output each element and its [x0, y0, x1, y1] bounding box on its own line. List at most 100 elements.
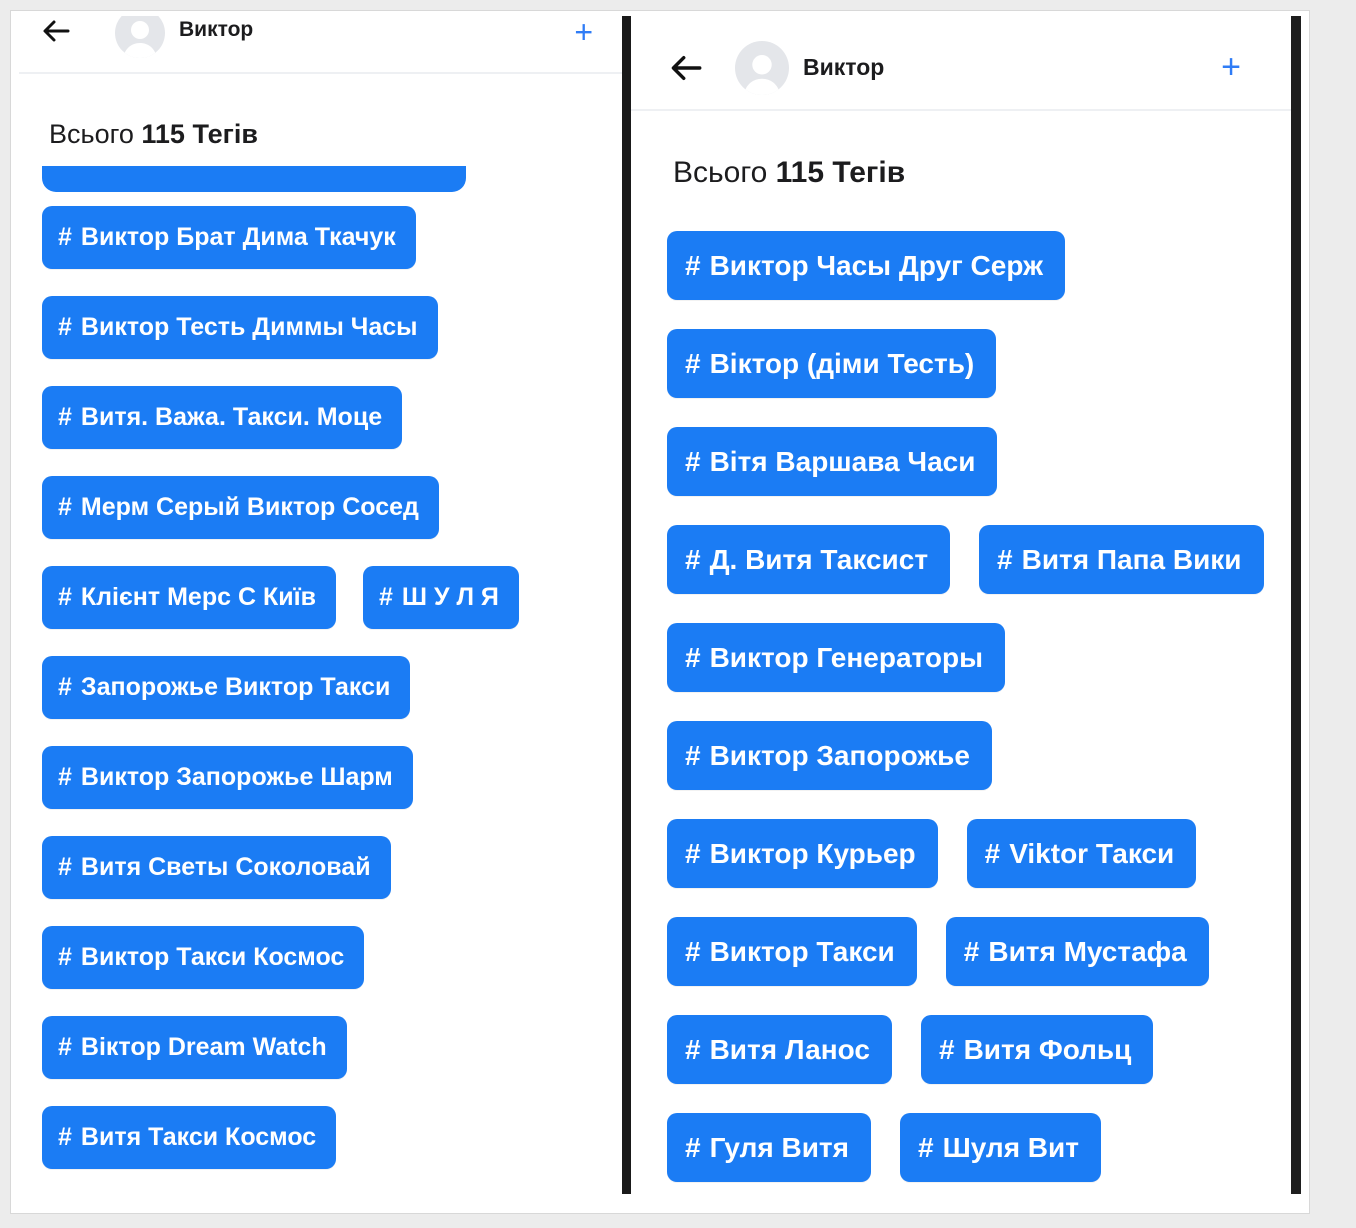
tag-chip[interactable]: # Запорожье Виктор Такси: [42, 656, 411, 719]
hash-icon: #: [685, 347, 701, 379]
tag-chip[interactable]: # Витя Такси Космос: [42, 1106, 337, 1169]
tag-label: Витя. Важа. Такси. Моце: [80, 403, 383, 431]
hash-icon: #: [58, 493, 72, 521]
tag-row: # Клієнт Мерс С Київ # Ш У Л Я: [42, 566, 519, 629]
tag-row: # Віктор Dream Watch: [42, 1016, 519, 1079]
tag-chip[interactable]: # Виктор Такси Космос: [42, 926, 365, 989]
tag-label: Viktor Такси: [1009, 837, 1175, 869]
hash-icon: #: [58, 673, 72, 701]
tag-label: Віктор (діми Тесть): [709, 347, 975, 379]
tag-chip[interactable]: # Мерм Серый Виктор Сосед: [42, 476, 439, 539]
tag-row: # Виктор Запорожье: [667, 721, 1264, 790]
tag-chip[interactable]: # Виктор Брат Дима Ткачук: [42, 206, 416, 269]
plus-icon[interactable]: +: [574, 16, 593, 48]
tag-row: # Гуля Витя # Шуля Вит: [667, 1113, 1264, 1182]
tag-label: Запорожье Виктор Такси: [80, 673, 391, 701]
tag-label: Ш У Л Я: [401, 583, 499, 611]
panel-divider: [622, 16, 631, 1194]
tag-chip[interactable]: # Д. Витя Таксист: [667, 525, 951, 594]
hash-icon: #: [997, 543, 1013, 575]
tag-row: # Виктор Такси Космос: [42, 926, 519, 989]
tag-chip[interactable]: # Витя Светы Соколовай: [42, 836, 391, 899]
tag-chip[interactable]: # Вітя Варшава Часи: [667, 427, 998, 496]
hash-icon: #: [685, 1033, 701, 1065]
tag-chip[interactable]: # Витя Фольц: [920, 1015, 1154, 1084]
tag-chip[interactable]: # Витя Ланос: [667, 1015, 892, 1084]
hash-icon: #: [378, 583, 393, 611]
tag-label: Витя Ланос: [709, 1033, 870, 1065]
hash-icon: #: [984, 837, 1001, 869]
tag-chip-partial[interactable]: [42, 166, 466, 192]
tag-label: Вітя Варшава Часи: [709, 445, 976, 477]
tag-chip[interactable]: # Виктор Генераторы: [667, 623, 1006, 692]
tag-label: Гуля Витя: [709, 1131, 849, 1163]
tag-chip[interactable]: # Витя Мустафа: [945, 917, 1209, 986]
tag-row: # Витя Светы Соколовай: [42, 836, 519, 899]
tag-label: Мерм Серый Виктор Сосед: [80, 493, 419, 521]
hash-icon: #: [685, 935, 701, 967]
arrow-left-icon[interactable]: [39, 16, 73, 46]
hash-icon: #: [685, 1131, 701, 1163]
arrow-left-icon[interactable]: [669, 53, 703, 83]
plus-icon[interactable]: +: [1221, 50, 1241, 84]
tag-chip[interactable]: # Ш У Л Я: [362, 566, 519, 629]
hash-icon: #: [58, 943, 72, 971]
tag-chip[interactable]: # Виктор Запорожье: [667, 721, 992, 790]
tag-row: # Витя. Важа. Такси. Моце: [42, 386, 519, 449]
tag-chip[interactable]: # Клієнт Мерс С Київ: [42, 566, 336, 629]
tag-label: Виктор Такси Космос: [80, 943, 345, 971]
tag-label: Виктор Запорожье: [709, 739, 970, 771]
tag-chip[interactable]: # Віктор (діми Тесть): [667, 329, 997, 398]
tag-label: Шуля Вит: [942, 1131, 1079, 1163]
tag-chip[interactable]: # Виктор Такси: [667, 917, 917, 986]
tag-row: # Д. Витя Таксист # Витя Папа Вики: [667, 525, 1264, 594]
tag-chip[interactable]: # Шуля Вит: [899, 1113, 1101, 1182]
tag-row: # Виктор Брат Дима Ткачук: [42, 206, 519, 269]
tag-label: Витя Светы Соколовай: [80, 853, 371, 881]
tag-count: Всього 115 Тегів: [49, 119, 258, 149]
contact-name[interactable]: Виктор: [179, 18, 253, 42]
tag-chip[interactable]: # Виктор Запорожье Шарм: [42, 746, 413, 809]
left-phone-screen: Виктор + Всього 115 Тегів # Виктор Брат Д…: [19, 16, 623, 1194]
chat-header: Виктор +: [631, 26, 1291, 111]
tag-row: # Виктор Тесть Диммы Часы: [42, 296, 519, 359]
tag-row: # Мерм Серый Виктор Сосед: [42, 476, 519, 539]
hash-icon: #: [963, 935, 980, 967]
tag-chip[interactable]: # Виктор Часы Друг Серж: [667, 231, 1065, 300]
tag-label: Віктор Dream Watch: [80, 1033, 327, 1061]
tag-label: Д. Витя Таксист: [709, 543, 929, 575]
tag-label: Виктор Часы Друг Серж: [709, 249, 1043, 281]
tag-label: Витя Фольц: [963, 1033, 1132, 1065]
tag-label: Виктор Генераторы: [709, 641, 984, 673]
tag-label: Виктор Запорожье Шарм: [80, 763, 393, 791]
tag-chip[interactable]: # Гуля Витя: [667, 1113, 871, 1182]
tag-row: # Виктор Генераторы: [667, 623, 1264, 692]
tag-chip[interactable]: # Viktor Такси: [966, 819, 1197, 888]
hash-icon: #: [58, 763, 72, 791]
hash-icon: #: [58, 223, 72, 251]
tag-label: Витя Папа Вики: [1021, 543, 1242, 575]
person-avatar-icon[interactable]: [735, 41, 789, 95]
tag-chip[interactable]: # Віктор Dream Watch: [42, 1016, 347, 1079]
tag-chip[interactable]: # Виктор Курьер: [667, 819, 938, 888]
contact-name[interactable]: Виктор: [803, 54, 884, 81]
tag-chip[interactable]: # Витя Папа Вики: [979, 525, 1264, 594]
tag-row: # Віктор (діми Тесть): [667, 329, 1264, 398]
tag-label: Виктор Брат Дима Ткачук: [80, 223, 396, 251]
tag-chip[interactable]: # Виктор Тесть Диммы Часы: [42, 296, 438, 359]
tag-chip[interactable]: # Витя. Важа. Такси. Моце: [42, 386, 403, 449]
hash-icon: #: [58, 583, 72, 611]
person-avatar-icon[interactable]: [115, 16, 165, 58]
hash-icon: #: [685, 249, 701, 281]
right-phone-screen: Виктор + Всього 115 Тегів # Виктор Часы Д…: [631, 16, 1291, 1194]
hash-icon: #: [685, 837, 701, 869]
hash-icon: #: [685, 445, 701, 477]
hash-icon: #: [58, 403, 72, 431]
hash-icon: #: [58, 313, 72, 341]
tag-list: # Виктор Часы Друг Серж # Віктор (діми Тест…: [667, 231, 1264, 1182]
hash-icon: #: [58, 1033, 72, 1061]
chat-header: Виктор +: [19, 16, 623, 74]
hash-icon: #: [685, 543, 701, 575]
tag-label: Витя Мустафа: [988, 935, 1187, 967]
hash-icon: #: [685, 641, 701, 673]
